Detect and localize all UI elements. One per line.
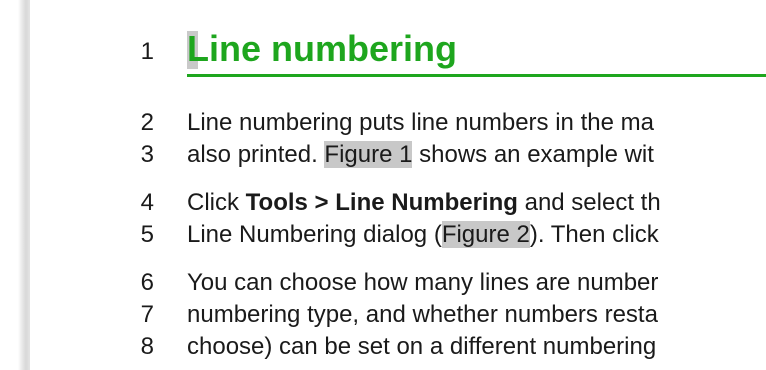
- text-segment: ). Then click: [529, 221, 659, 248]
- text-segment: Line Numbering dialog (: [187, 221, 442, 248]
- line-number: 1: [140, 38, 154, 65]
- heading-underline: [187, 74, 766, 77]
- body-text-line[interactable]: choose) can be set on a different number…: [187, 333, 656, 361]
- body-text-line[interactable]: Line Numbering dialog (Figure 2). Then c…: [187, 221, 659, 249]
- body-text-line[interactable]: You can choose how many lines are number: [187, 269, 658, 297]
- body-text-line[interactable]: Line numbering puts line numbers in the …: [187, 109, 654, 137]
- body-text-line[interactable]: also printed. Figure 1 shows an example …: [187, 141, 654, 169]
- line-number: 8: [140, 333, 154, 360]
- document-page[interactable]: 1 Line numbering 2 Line numbering puts l…: [30, 0, 766, 370]
- text-segment: shows an example wit: [412, 141, 654, 168]
- body-text-line[interactable]: Click Tools > Line Numbering and select …: [187, 189, 661, 217]
- body-text-line[interactable]: numbering type, and whether numbers rest…: [187, 301, 658, 329]
- line-number: 2: [140, 109, 154, 136]
- heading-title[interactable]: Line numbering: [187, 28, 457, 70]
- menu-path-bold: Tools > Line Numbering: [245, 189, 518, 216]
- page-left-margin: [0, 0, 30, 370]
- text-segment: also printed.: [187, 141, 325, 168]
- text-segment: Click: [187, 189, 246, 216]
- figure-reference[interactable]: Figure 1: [324, 141, 413, 168]
- figure-reference[interactable]: Figure 2: [441, 221, 530, 248]
- line-number: 4: [140, 189, 154, 216]
- line-number: 3: [140, 141, 154, 168]
- line-number: 5: [140, 221, 154, 248]
- line-number: 7: [140, 301, 154, 328]
- text-segment: and select th: [517, 189, 661, 216]
- line-number: 6: [140, 269, 154, 296]
